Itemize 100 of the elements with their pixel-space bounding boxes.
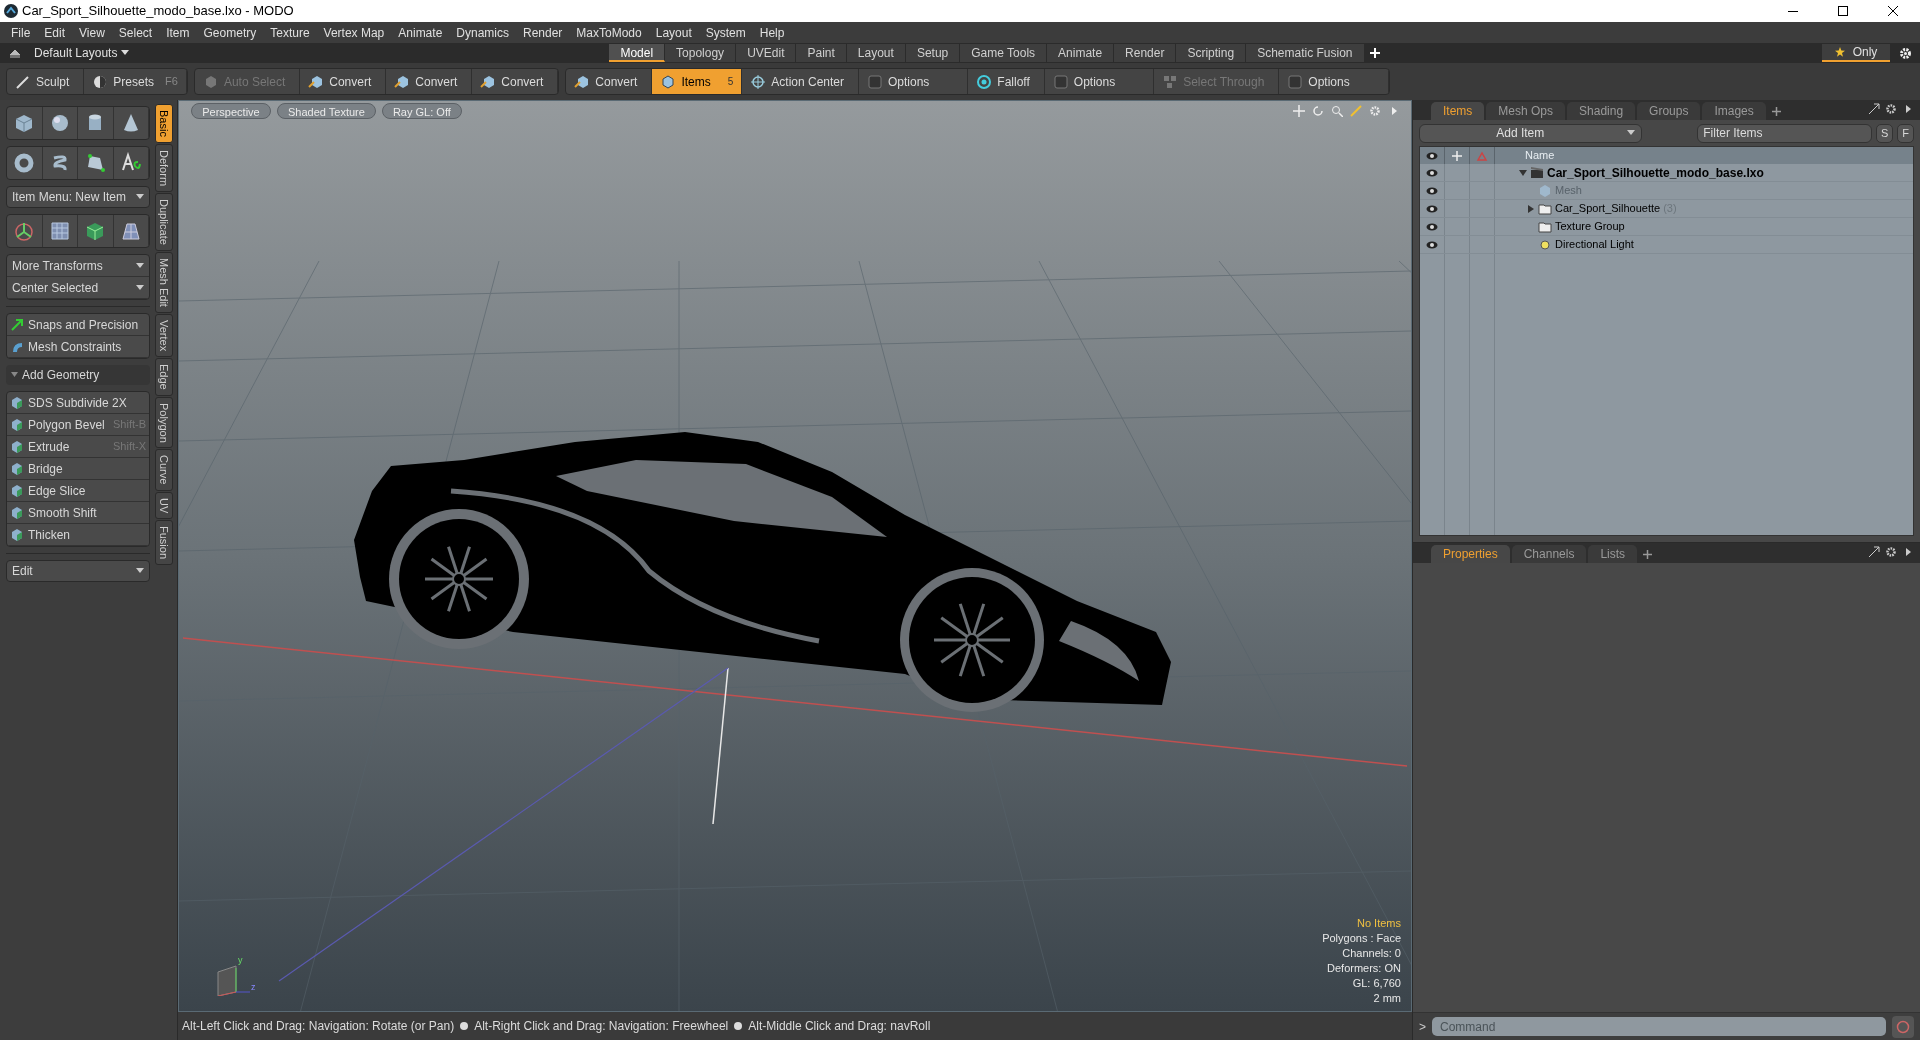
axes-icon (1476, 150, 1488, 161)
only-toggle[interactable]: Only (1822, 44, 1890, 62)
item-menu-dropdown[interactable]: Item Menu: New Item (6, 186, 150, 208)
side-tab[interactable]: Mesh Edit (155, 251, 173, 313)
cube-arrow-icon (480, 73, 497, 90)
record-button[interactable] (1892, 1015, 1914, 1038)
panel-tab[interactable]: Images (1702, 102, 1766, 120)
tool-button[interactable]: Thicken (7, 524, 149, 546)
layout-tab[interactable]: Topology (665, 44, 737, 62)
toolbar-button[interactable]: Falloff (968, 69, 1045, 94)
tool-button[interactable]: Smooth Shift (7, 502, 149, 524)
toolbar-button[interactable]: Convert (386, 69, 473, 94)
star-icon (1834, 47, 1845, 57)
toolbar-button[interactable]: Convert (300, 69, 387, 94)
panel-tab[interactable]: Channels (1511, 545, 1587, 563)
status-hint: Alt-Left Click and Drag: Navigation: Rotate (or Pan) (182, 1018, 455, 1035)
layout-dropdown[interactable]: Default Layouts (34, 44, 130, 62)
toolbar-button[interactable]: Presets F6 (84, 69, 187, 94)
side-tab[interactable]: Polygon (155, 396, 173, 449)
menu-item[interactable]: Layout (648, 22, 699, 43)
layout-tab[interactable]: Render (1114, 44, 1177, 62)
cube-arrow-icon (574, 73, 591, 90)
menu-item[interactable]: Select (111, 22, 160, 43)
menu-item[interactable]: Texture (263, 22, 317, 43)
toolbar-button[interactable]: Convert (472, 69, 559, 94)
toolbar-button[interactable]: Sculpt (7, 69, 85, 94)
status-hint: Alt-Middle Click and Drag: navRoll (748, 1018, 931, 1035)
edit-dropdown[interactable]: Edit (6, 560, 150, 582)
menu-item[interactable]: File (4, 22, 38, 43)
folder-icon (1538, 219, 1552, 234)
panel-tab[interactable]: Shading (1567, 102, 1636, 120)
layout-tab[interactable]: Game Tools (960, 44, 1048, 62)
panel-tab[interactable]: Groups (1637, 102, 1701, 120)
panel-tab[interactable]: Items (1431, 102, 1485, 120)
panel-tab[interactable]: Mesh Ops (1486, 102, 1566, 120)
mesh-grid-icon (48, 220, 71, 242)
tool-button[interactable]: Mesh Constraints (7, 336, 149, 358)
viewport-stat: Deformers: ON (1327, 961, 1401, 975)
tool-button[interactable]: Snaps and Precision (7, 314, 149, 336)
menu-item[interactable]: Item (159, 22, 197, 43)
layout-tab[interactable]: Setup (905, 44, 961, 62)
tree-item[interactable]: Directional Light (1495, 236, 1634, 253)
menu-item[interactable]: Dynamics (449, 22, 516, 43)
add-item-dropdown[interactable]: Add Item (1419, 123, 1642, 143)
panel-tool-button[interactable] (1868, 546, 1880, 558)
toolbar-button[interactable]: Options (1044, 69, 1155, 94)
shortcut-label: F6 (165, 74, 178, 90)
layout-tab[interactable]: Scripting (1176, 44, 1247, 62)
viewport-stat: Polygons : Face (1322, 931, 1401, 945)
menu-item[interactable]: Help (752, 22, 792, 43)
layout-tab[interactable]: Paint (796, 44, 847, 62)
layout-tab[interactable]: Animate (1047, 44, 1115, 62)
panel-tool-button[interactable] (1885, 546, 1897, 558)
toolbar-button[interactable]: Options (859, 69, 969, 94)
panel-tool-button[interactable] (1868, 103, 1880, 115)
dropdown[interactable]: More Transforms (7, 255, 149, 277)
side-tab[interactable]: Basic (155, 104, 173, 143)
tree-item[interactable]: Texture Group (1495, 218, 1625, 235)
tool-button[interactable]: Bridge (7, 458, 149, 480)
command-field[interactable]: Command (1432, 1017, 1886, 1036)
bullet-icon (460, 1022, 469, 1030)
menu-item[interactable]: View (72, 22, 112, 43)
toolbar-button[interactable]: Action Center (742, 69, 859, 94)
filter-field[interactable]: Filter Items (1697, 123, 1873, 143)
side-tab[interactable]: Edge (155, 357, 173, 396)
clapperboard-icon (1530, 165, 1544, 180)
layout-tab[interactable]: Model (609, 44, 666, 62)
menu-item[interactable]: Vertex Map (316, 22, 392, 43)
dropdown[interactable]: Center Selected (7, 277, 149, 299)
menu-item[interactable]: Animate (391, 22, 450, 43)
filter-toggle[interactable]: F (1897, 123, 1914, 143)
side-tab[interactable]: Vertex (155, 313, 173, 357)
toolbar-button[interactable]: Items 5 (652, 69, 743, 94)
menu-item[interactable]: MaxToModo (569, 22, 649, 43)
side-tab[interactable]: Duplicate (155, 192, 173, 251)
side-tab[interactable]: Fusion (155, 520, 173, 566)
filter-toggle[interactable]: S (1876, 123, 1894, 143)
layout-tab[interactable]: UVEdit (736, 44, 797, 62)
layout-tab[interactable]: Schematic Fusion (1246, 44, 1365, 62)
tool-button[interactable]: SDS Subdivide 2X (7, 392, 149, 414)
viewport-stat: Channels: 0 (1342, 946, 1401, 960)
tool-button[interactable]: Edge Slice (7, 480, 149, 502)
panel-tab[interactable]: Lists (1588, 545, 1638, 563)
panel-tool-button[interactable] (1885, 103, 1897, 115)
circle-icon (1896, 1019, 1910, 1034)
plus-icon (1643, 549, 1653, 559)
side-tab[interactable]: Curve (155, 449, 173, 491)
plane-grid-icon (119, 220, 142, 242)
count-label: 5 (727, 75, 734, 89)
menu-item[interactable]: System (698, 22, 753, 43)
tree-item[interactable]: Car_Sport_Silhouette_modo_base.lxo (1495, 164, 1764, 181)
side-tab[interactable]: UV (155, 491, 173, 520)
toolbar-button[interactable]: Options (1279, 69, 1389, 94)
menu-item[interactable]: Edit (37, 22, 73, 43)
side-tab[interactable]: Deform (155, 143, 173, 192)
layout-tab[interactable]: Layout (846, 44, 906, 62)
menu-item[interactable]: Geometry (196, 22, 264, 43)
section-header[interactable]: Add Geometry (6, 365, 150, 385)
menu-item[interactable]: Render (516, 22, 570, 43)
panel-tab[interactable]: Properties (1431, 545, 1510, 563)
